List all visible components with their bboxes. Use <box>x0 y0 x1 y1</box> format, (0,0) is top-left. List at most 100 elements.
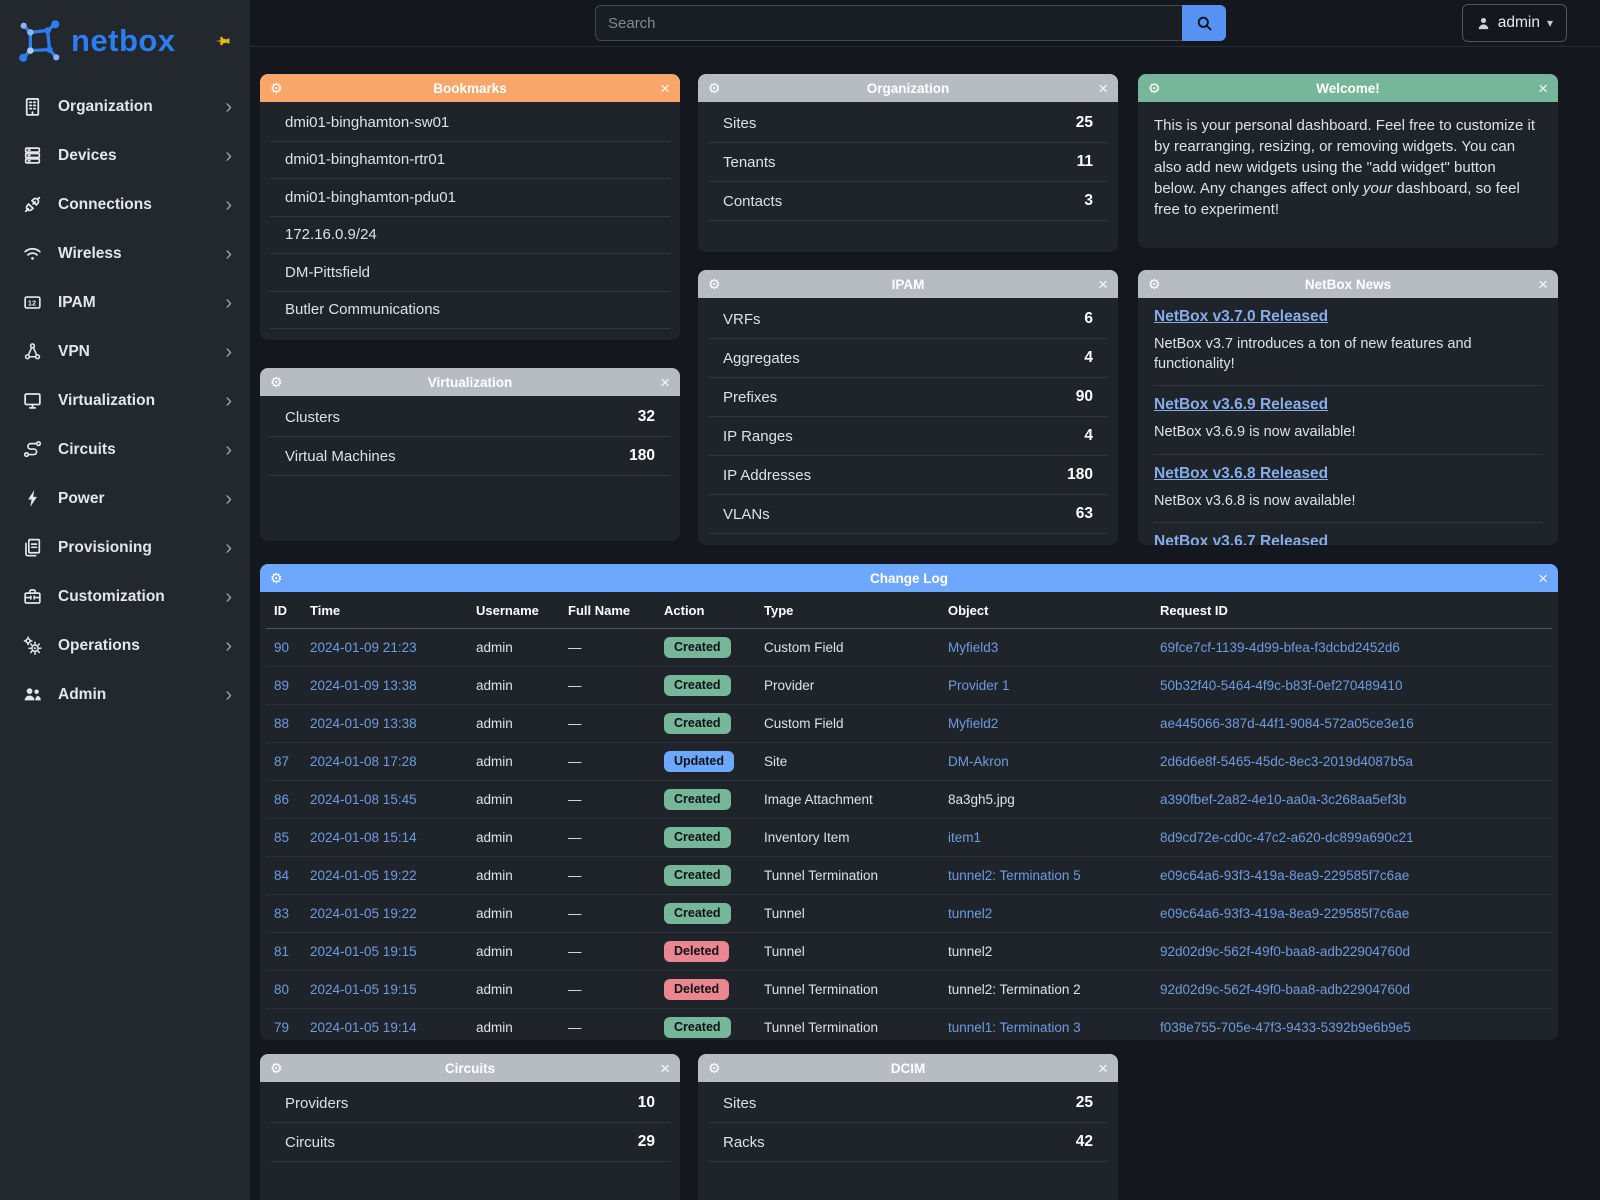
news-link[interactable]: NetBox v3.7.0 Released <box>1154 308 1328 326</box>
request-id-link[interactable]: 8d9cd72e-cd0c-47c2-a620-dc899a690c21 <box>1160 830 1414 845</box>
change-time-link[interactable]: 2024-01-08 15:45 <box>310 792 417 807</box>
request-id-link[interactable]: a390fbef-2a82-4e10-aa0a-3c268aa5ef3b <box>1160 792 1406 807</box>
close-icon[interactable]: × <box>1092 80 1108 97</box>
sidebar-item-organization[interactable]: Organization › <box>0 82 250 131</box>
server-stack-icon <box>20 144 44 168</box>
ipam-widget-header: ⚙ IPAM × <box>698 270 1118 298</box>
change-time-link[interactable]: 2024-01-05 19:14 <box>310 1020 417 1035</box>
change-object[interactable]: tunnel2: Termination 2 <box>948 982 1081 997</box>
change-id-link[interactable]: 87 <box>274 754 289 769</box>
change-time-link[interactable]: 2024-01-08 15:14 <box>310 830 417 845</box>
change-id-link[interactable]: 81 <box>274 944 289 959</box>
search-button[interactable] <box>1182 5 1226 41</box>
sidebar-item-virtualization[interactable]: Virtualization › <box>0 376 250 425</box>
change-object[interactable]: Myfield3 <box>948 640 998 655</box>
request-id-link[interactable]: ae445066-387d-44f1-9084-572a05ce3e16 <box>1160 716 1414 731</box>
change-id-link[interactable]: 88 <box>274 716 289 731</box>
stat-row: VRFs 6 <box>708 300 1108 339</box>
change-id-link[interactable]: 85 <box>274 830 289 845</box>
person-icon <box>1476 16 1491 31</box>
user-menu-button[interactable]: admin ▾ <box>1462 4 1567 42</box>
change-time-link[interactable]: 2024-01-09 21:23 <box>310 640 417 655</box>
request-id-link[interactable]: 2d6d6e8f-5465-45dc-8ec3-2019d4087b5a <box>1160 754 1413 769</box>
request-id-link[interactable]: 92d02d9c-562f-49f0-baa8-adb22904760d <box>1160 982 1410 997</box>
change-object[interactable]: Myfield2 <box>948 716 998 731</box>
gear-icon[interactable]: ⚙ <box>270 1061 286 1075</box>
sidebar-item-vpn[interactable]: VPN › <box>0 327 250 376</box>
bookmark-item[interactable]: 172.16.0.9/24 <box>270 217 670 255</box>
change-object[interactable]: tunnel2: Termination 5 <box>948 868 1081 883</box>
gear-icon[interactable]: ⚙ <box>1148 277 1164 291</box>
change-object[interactable]: 8a3gh5.jpg <box>948 792 1015 807</box>
change-id-link[interactable]: 89 <box>274 678 289 693</box>
change-fullname: — <box>568 792 582 807</box>
change-object[interactable]: item1 <box>948 830 981 845</box>
sidebar-item-admin[interactable]: Admin › <box>0 670 250 719</box>
change-id-link[interactable]: 86 <box>274 792 289 807</box>
close-icon[interactable]: × <box>654 1060 670 1077</box>
change-time-link[interactable]: 2024-01-05 19:15 <box>310 982 417 997</box>
gear-icon[interactable]: ⚙ <box>1148 81 1164 95</box>
change-time-link[interactable]: 2024-01-05 19:22 <box>310 906 417 921</box>
close-icon[interactable]: × <box>1092 276 1108 293</box>
sidebar-item-circuits[interactable]: Circuits › <box>0 425 250 474</box>
change-object[interactable]: DM-Akron <box>948 754 1009 769</box>
close-icon[interactable]: × <box>654 374 670 391</box>
close-icon[interactable]: × <box>1532 276 1548 293</box>
close-icon[interactable]: × <box>1532 570 1548 587</box>
sidebar-item-connections[interactable]: Connections › <box>0 180 250 229</box>
gear-icon[interactable]: ⚙ <box>270 81 286 95</box>
change-id-link[interactable]: 90 <box>274 640 289 655</box>
stat-row: Circuits 29 <box>270 1123 670 1162</box>
change-id-link[interactable]: 84 <box>274 868 289 883</box>
request-id-link[interactable]: 92d02d9c-562f-49f0-baa8-adb22904760d <box>1160 944 1410 959</box>
bookmark-item[interactable]: dmi01-binghamton-pdu01 <box>270 179 670 217</box>
request-id-link[interactable]: f038e755-705e-47f3-9433-5392b9e6b9e5 <box>1160 1020 1411 1035</box>
news-link[interactable]: NetBox v3.6.9 Released <box>1154 396 1328 414</box>
change-id-link[interactable]: 80 <box>274 982 289 997</box>
change-time-link[interactable]: 2024-01-08 17:28 <box>310 754 417 769</box>
gear-icon[interactable]: ⚙ <box>708 277 724 291</box>
news-list: NetBox v3.7.0 Released NetBox v3.7 intro… <box>1138 298 1558 545</box>
bookmark-item[interactable]: dmi01-binghamton-sw01 <box>270 104 670 142</box>
request-id-link[interactable]: e09c64a6-93f3-419a-8ea9-229585f7c6ae <box>1160 906 1409 921</box>
sidebar-item-wireless[interactable]: Wireless › <box>0 229 250 278</box>
change-object[interactable]: Provider 1 <box>948 678 1010 693</box>
search-input[interactable] <box>595 5 1182 41</box>
change-id-link[interactable]: 79 <box>274 1020 289 1035</box>
change-time-link[interactable]: 2024-01-05 19:15 <box>310 944 417 959</box>
close-icon[interactable]: × <box>1092 1060 1108 1077</box>
sidebar-item-customization[interactable]: Customization › <box>0 572 250 621</box>
sidebar-item-devices[interactable]: Devices › <box>0 131 250 180</box>
brand[interactable]: netbox <box>0 0 250 72</box>
gear-icon[interactable]: ⚙ <box>270 375 286 389</box>
bookmarks-widget: ⚙ Bookmarks × dmi01-binghamton-sw01 dmi0… <box>260 74 680 340</box>
sidebar-item-ipam[interactable]: 12 IPAM › <box>0 278 250 327</box>
change-object[interactable]: tunnel2 <box>948 906 992 921</box>
request-id-link[interactable]: 69fce7cf-1139-4d99-bfea-f3dcbd2452d6 <box>1160 640 1400 655</box>
news-link[interactable]: NetBox v3.6.7 Released <box>1154 533 1328 545</box>
request-id-link[interactable]: e09c64a6-93f3-419a-8ea9-229585f7c6ae <box>1160 868 1409 883</box>
news-link[interactable]: NetBox v3.6.8 Released <box>1154 465 1328 483</box>
close-icon[interactable]: × <box>654 80 670 97</box>
change-time-link[interactable]: 2024-01-09 13:38 <box>310 716 417 731</box>
sidebar-item-power[interactable]: Power › <box>0 474 250 523</box>
change-id-link[interactable]: 83 <box>274 906 289 921</box>
sidebar-item-operations[interactable]: Operations › <box>0 621 250 670</box>
bookmark-item[interactable]: Butler Communications <box>270 292 670 330</box>
close-icon[interactable]: × <box>1532 80 1548 97</box>
change-object[interactable]: tunnel1: Termination 3 <box>948 1020 1081 1035</box>
change-time-link[interactable]: 2024-01-05 19:22 <box>310 868 417 883</box>
change-object[interactable]: tunnel2 <box>948 944 992 959</box>
change-time-link[interactable]: 2024-01-09 13:38 <box>310 678 417 693</box>
change-type: Provider <box>764 678 814 693</box>
bookmark-item[interactable]: DM-Pittsfield <box>270 254 670 292</box>
chevron-right-icon: › <box>225 489 232 509</box>
gear-icon[interactable]: ⚙ <box>708 1061 724 1075</box>
pin-sidebar-icon[interactable] <box>212 31 232 51</box>
sidebar-item-provisioning[interactable]: Provisioning › <box>0 523 250 572</box>
request-id-link[interactable]: 50b32f40-5464-4f9c-b83f-0ef270489410 <box>1160 678 1402 693</box>
gear-icon[interactable]: ⚙ <box>708 81 724 95</box>
bookmark-item[interactable]: dmi01-binghamton-rtr01 <box>270 142 670 180</box>
gear-icon[interactable]: ⚙ <box>270 571 286 585</box>
